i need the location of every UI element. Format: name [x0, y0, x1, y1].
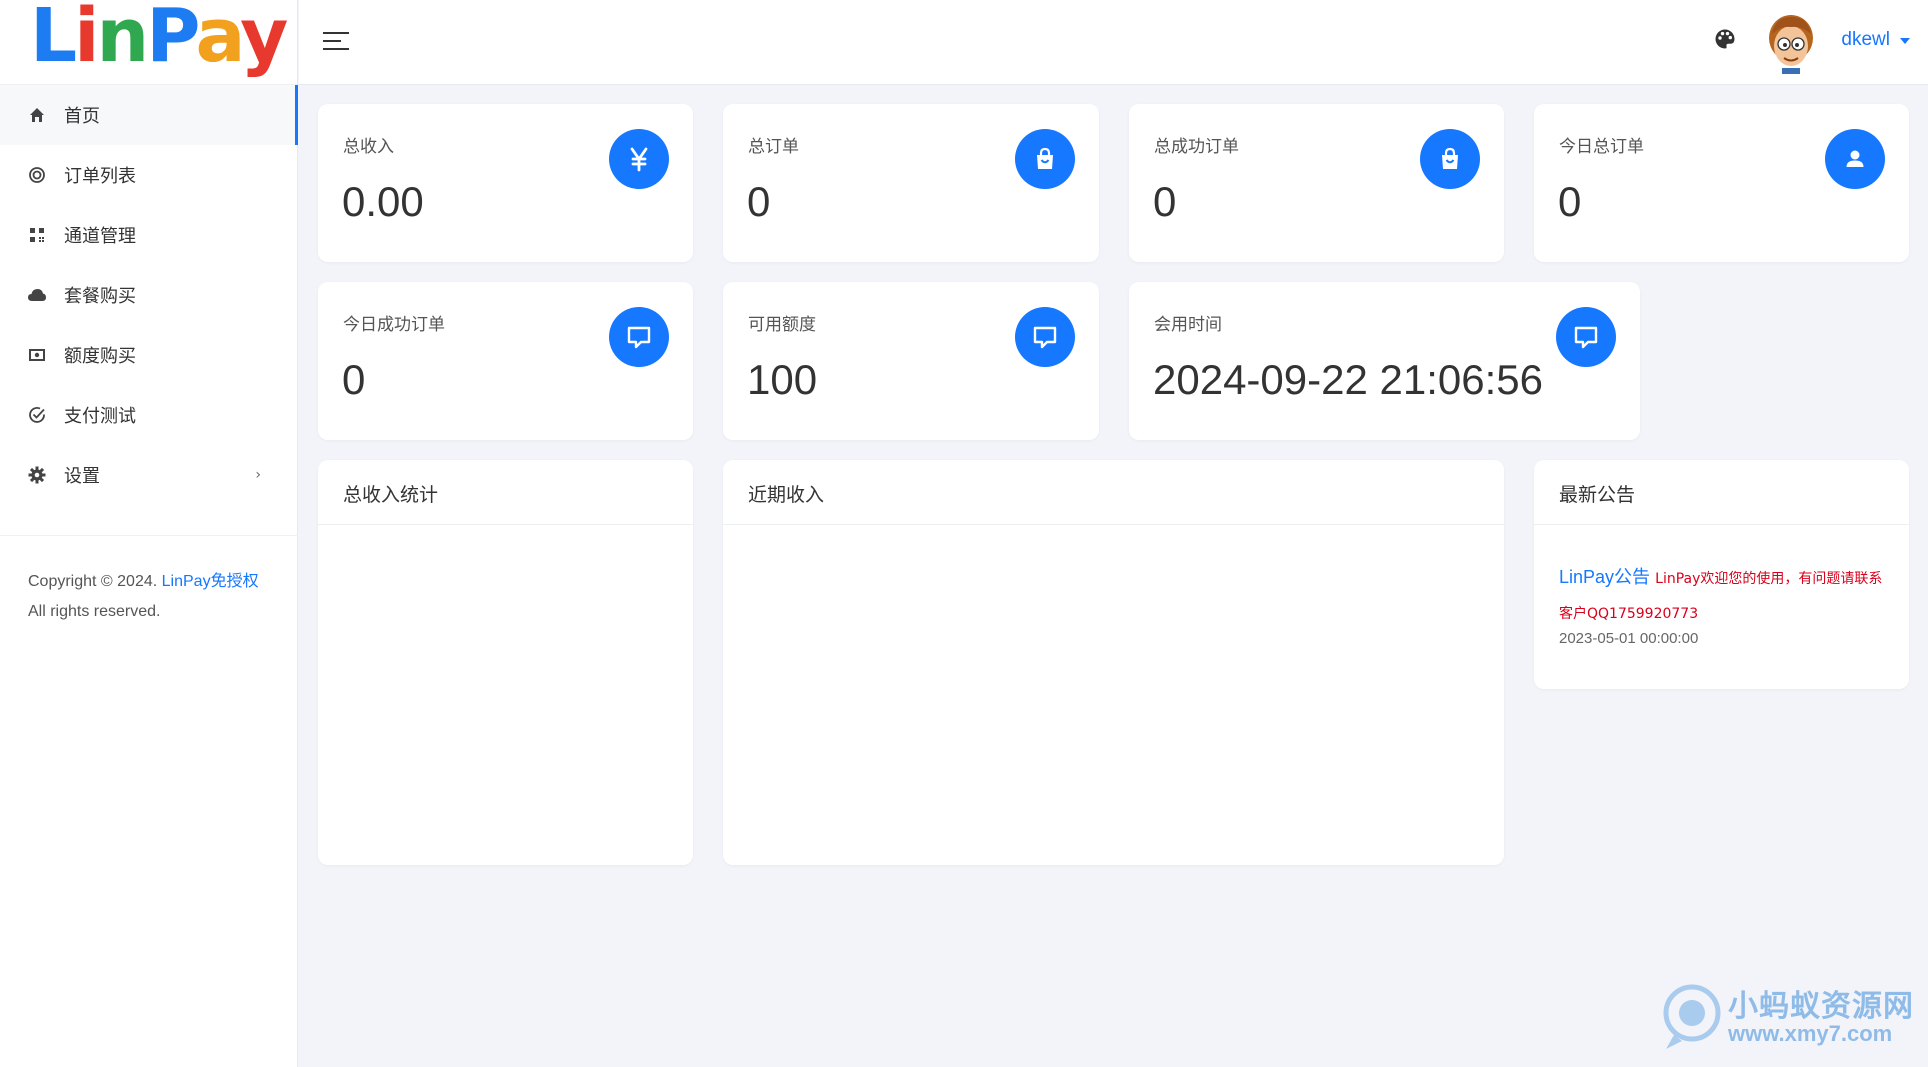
user-icon [1825, 129, 1885, 189]
stat-value: 0 [342, 356, 366, 403]
qrcode-icon [26, 224, 48, 246]
sidebar-item-label: 订单列表 [64, 166, 136, 187]
stat-value: 0.00 [342, 178, 424, 225]
copyright-prefix: Copyright © 2024. [28, 573, 162, 590]
announcement-item[interactable]: LinPay公告 LinPay欢迎您的使用，有问题请联系客户QQ17599207… [1559, 560, 1887, 631]
logo-text: LinPay [30, 0, 288, 79]
stat-label: 总收入 [343, 137, 394, 157]
chevron-right-icon: › [255, 467, 261, 483]
yen-icon [609, 129, 669, 189]
avatar[interactable] [1762, 12, 1820, 74]
stat-value: 0 [747, 178, 771, 225]
sidebar-item-label: 首页 [64, 106, 100, 127]
sidebar-item-label: 额度购买 [64, 346, 136, 367]
sidebar-item-orders[interactable]: 订单列表 [0, 145, 297, 205]
stat-card-available-quota: 可用额度 100 [723, 282, 1099, 440]
stat-card-total-success-orders: 总成功订单 0 [1129, 104, 1504, 262]
stat-value: 0 [1558, 178, 1582, 225]
stat-card-total-orders: 总订单 0 [723, 104, 1099, 262]
caret-down-icon[interactable] [1900, 38, 1910, 44]
message-icon [1015, 307, 1075, 367]
announcement-title[interactable]: LinPay公告 [1559, 567, 1650, 587]
panel-title: 近期收入 [748, 484, 825, 506]
sidebar-item-label: 设置 [64, 466, 100, 487]
stat-label: 总订单 [748, 137, 799, 157]
sidebar: LinPay 首页 订单列表 通道管理 套餐购买 额度购买 支付测试 设置 › … [0, 0, 298, 1067]
top-header: dkewl [299, 0, 1928, 85]
watermark: 小蚂蚁资源网 www.xmy7.com [1658, 981, 1918, 1053]
circle-icon [26, 164, 48, 186]
sidebar-item-label: 通道管理 [64, 226, 136, 247]
username-dropdown[interactable]: dkewl [1841, 29, 1890, 51]
sidebar-item-label: 套餐购买 [64, 286, 136, 307]
panel-divider [1534, 524, 1909, 525]
copyright: Copyright © 2024. LinPay免授权 All rights r… [28, 567, 278, 627]
stat-value: 100 [747, 356, 818, 403]
panel-divider [318, 524, 693, 525]
sidebar-item-home[interactable]: 首页 [0, 85, 298, 145]
copyright-link[interactable]: LinPay免授权 [162, 573, 259, 590]
panel-title: 最新公告 [1559, 484, 1636, 506]
panel-recent-income: 近期收入 [723, 460, 1504, 865]
sidebar-item-channels[interactable]: 通道管理 [0, 205, 297, 265]
sidebar-item-label: 支付测试 [64, 406, 136, 427]
watermark-text: 小蚂蚁资源网 [1728, 989, 1914, 1024]
message-icon [609, 307, 669, 367]
watermark-logo-icon [1663, 984, 1721, 1049]
stat-card-member-expiry: 会用时间 2024-09-22 21:06:56 [1129, 282, 1640, 440]
logo[interactable]: LinPay [0, 0, 297, 85]
panel-divider [723, 524, 1504, 525]
announcement-date: 2023-05-01 00:00:00 [1559, 630, 1699, 647]
shopping-bag-icon [1420, 129, 1480, 189]
sidebar-item-packages[interactable]: 套餐购买 [0, 265, 297, 325]
stat-label: 会用时间 [1154, 315, 1222, 335]
sidebar-divider [0, 535, 298, 536]
message-icon [1556, 307, 1616, 367]
gear-icon [26, 464, 48, 486]
stat-label: 可用额度 [748, 315, 816, 335]
panel-announcements: 最新公告 LinPay公告 LinPay欢迎您的使用，有问题请联系客户QQ175… [1534, 460, 1909, 689]
cloud-icon [26, 284, 48, 306]
stat-value: 0 [1153, 178, 1177, 225]
sidebar-item-pay-test[interactable]: 支付测试 [0, 385, 297, 445]
sidebar-nav: 首页 订单列表 通道管理 套餐购买 额度购买 支付测试 设置 › [0, 85, 298, 505]
watermark-url: www.xmy7.com [1728, 1021, 1893, 1046]
stat-label: 今日总订单 [1559, 137, 1644, 157]
stat-value: 2024-09-22 21:06:56 [1153, 356, 1543, 403]
home-icon [26, 104, 48, 126]
panel-title: 总收入统计 [343, 484, 439, 506]
sidebar-item-quota[interactable]: 额度购买 [0, 325, 297, 385]
palette-icon[interactable] [1714, 28, 1740, 54]
stat-card-today-orders: 今日总订单 0 [1534, 104, 1909, 262]
sidebar-item-settings[interactable]: 设置 › [0, 445, 297, 505]
panel-total-income-stats: 总收入统计 [318, 460, 693, 865]
stat-label: 总成功订单 [1154, 137, 1239, 157]
stat-label: 今日成功订单 [343, 315, 445, 335]
money-icon [26, 344, 48, 366]
menu-toggle-button[interactable] [323, 32, 349, 52]
stat-card-total-income: 总收入 0.00 [318, 104, 693, 262]
stat-card-today-success-orders: 今日成功订单 0 [318, 282, 693, 440]
shopping-bag-icon [1015, 129, 1075, 189]
copyright-suffix: All rights reserved. [28, 603, 161, 620]
check-circle-icon [26, 404, 48, 426]
